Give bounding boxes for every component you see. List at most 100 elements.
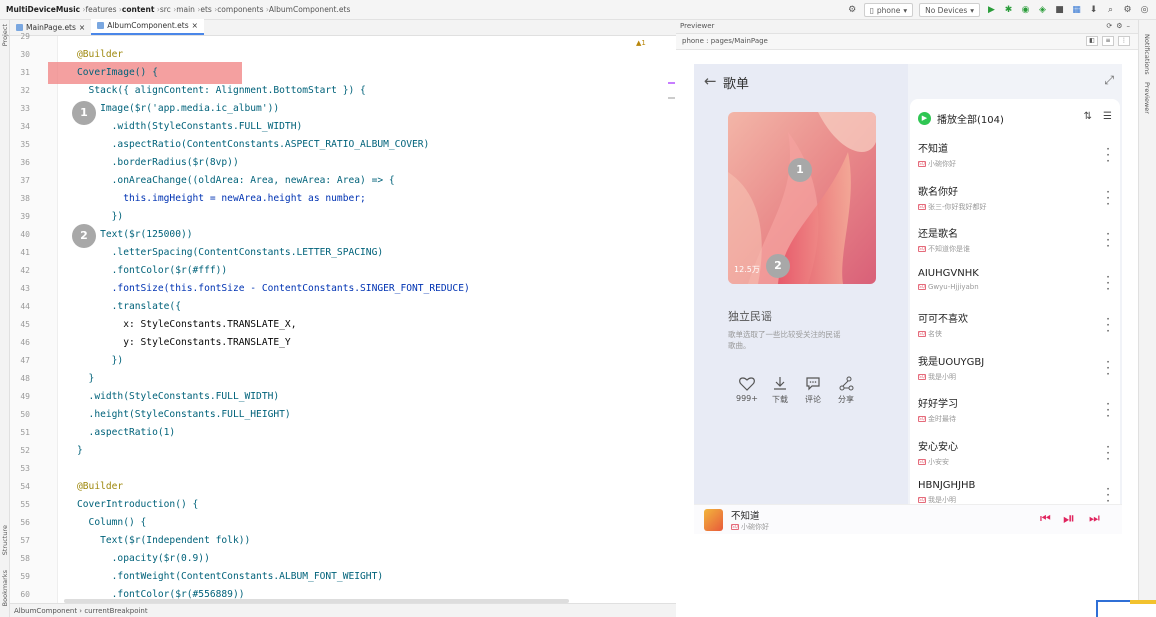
code-line[interactable]: this.imgHeight = newArea.height as numbe… — [77, 190, 366, 208]
code-line[interactable]: .height(StyleConstants.FULL_HEIGHT) — [77, 406, 291, 424]
code-line[interactable]: Image($r('app.media.ic_album')) — [77, 100, 279, 118]
structure-tool-tab[interactable]: Structure — [1, 525, 9, 555]
debug-icon[interactable]: ✱ — [1003, 5, 1014, 16]
code-line[interactable]: @Builder — [77, 478, 123, 496]
code-line[interactable]: CoverImage() { — [77, 64, 158, 82]
code-line[interactable]: Text($r(Independent folk)) — [77, 532, 250, 550]
breadcrumb-item[interactable]: AlbumComponent.ets — [269, 5, 350, 14]
coverage-icon[interactable]: ◈ — [1037, 5, 1048, 16]
more-options-icon[interactable]: · · · — [1106, 186, 1110, 210]
close-icon[interactable]: × — [192, 21, 198, 30]
song-row[interactable]: 我是UOUYGBJ SQ 我是小明 · · · — [910, 347, 1120, 390]
more-options-icon[interactable]: · · · — [1106, 271, 1110, 295]
more-options-icon[interactable]: · · · — [1106, 228, 1110, 252]
inspect-icon[interactable]: ◧ — [1086, 36, 1098, 46]
download-button[interactable]: 下载 — [769, 376, 791, 405]
comment-button[interactable]: 评论 — [802, 376, 824, 405]
breadcrumb-item[interactable]: features — [86, 5, 117, 14]
mini-player[interactable]: 不知道 SQ 小碗你好 ⏮ ⏯ ⏭ — [694, 504, 1122, 534]
more-icon[interactable]: ⋮ — [1118, 36, 1130, 46]
settings-icon[interactable]: ⚙ — [847, 5, 858, 16]
like-button[interactable]: 999+ — [736, 376, 758, 405]
settings-icon[interactable]: ⚙ — [1116, 22, 1122, 30]
code-line[interactable]: x: StyleConstants.TRANSLATE_X, — [77, 316, 296, 334]
play-all-button[interactable]: ▶ 播放全部(104) — [918, 111, 1004, 126]
code-editor[interactable]: @Builder CoverImage() { Stack({ alignCont… — [62, 36, 676, 603]
more-options-icon[interactable]: · · · — [1106, 483, 1110, 504]
code-line[interactable]: .onAreaChange((oldArea: Area, newArea: A… — [77, 172, 395, 190]
file-icon — [97, 22, 105, 29]
song-row[interactable]: 好好学习 SQ 金时最待 · · · — [910, 389, 1120, 432]
minimize-icon[interactable]: – — [1127, 22, 1131, 30]
code-line[interactable]: .letterSpacing(ContentConstants.LETTER_S… — [77, 244, 383, 262]
breadcrumb-item[interactable]: main — [176, 5, 195, 14]
song-row[interactable]: 歌名你好 SQ 张三-你好我好都好 · · · — [910, 177, 1120, 220]
list-select-icon[interactable]: ☰ — [1103, 111, 1112, 122]
next-icon[interactable]: ⏭ — [1089, 511, 1100, 526]
code-line[interactable]: .aspectRatio(1) — [77, 424, 176, 442]
code-line[interactable]: Stack({ alignContent: Alignment.BottomSt… — [77, 82, 366, 100]
notifications-tool-tab[interactable]: Notifications — [1143, 34, 1151, 75]
code-line[interactable]: .fontColor($r(#fff)) — [77, 262, 228, 280]
scroll-marker — [668, 97, 675, 99]
song-row[interactable]: AIUHGVNHK SQ Gwyu-Hjjiyabn · · · — [910, 262, 1120, 305]
account-icon[interactable]: ◎ — [1139, 5, 1150, 16]
sort-icon[interactable]: ⇅ — [1084, 111, 1092, 122]
no-devices-select[interactable]: No Devices ▾ — [919, 3, 980, 17]
code-line[interactable]: } — [77, 370, 95, 388]
layers-icon[interactable]: ≡ — [1102, 36, 1114, 46]
previous-icon[interactable]: ⏮ — [1040, 511, 1051, 526]
code-line[interactable]: }) — [77, 352, 124, 370]
breadcrumb-item[interactable]: src — [160, 5, 171, 14]
more-options-icon[interactable]: · · · — [1106, 356, 1110, 380]
editor-breadcrumb-text[interactable]: AlbumComponent › currentBreakpoint — [14, 607, 148, 615]
song-row[interactable]: 不知道 SQ 小碗你好 · · · — [910, 134, 1120, 177]
play-icon[interactable]: ⏯ — [1063, 509, 1075, 527]
stop-icon[interactable]: ■ — [1054, 5, 1065, 16]
search-icon[interactable]: ⌕ — [1105, 5, 1116, 16]
device-select[interactable]: ▯ phone ▾ — [863, 3, 914, 17]
code-line[interactable]: .aspectRatio(ContentConstants.ASPECT_RAT… — [77, 136, 430, 154]
gear-icon[interactable]: ⚙ — [1122, 5, 1133, 16]
breadcrumb-item[interactable]: ets — [200, 5, 211, 14]
code-line[interactable]: } — [77, 442, 83, 460]
device-manager-icon[interactable]: ▦ — [1071, 5, 1082, 16]
warning-indicator[interactable]: ▲1 — [636, 39, 646, 47]
expand-icon[interactable]: ⤢ — [1104, 73, 1114, 88]
back-arrow-icon[interactable]: ← — [704, 72, 717, 90]
project-tool-tab[interactable]: Project — [1, 24, 9, 46]
code-line[interactable]: .opacity($r(0.9)) — [77, 550, 210, 568]
code-line[interactable]: .fontSize(this.fontSize - ContentConstan… — [77, 280, 470, 298]
line-number: 43 — [20, 284, 30, 293]
code-line[interactable]: .fontWeight(ContentConstants.ALBUM_FONT_… — [77, 568, 383, 586]
tab-albumcomponent[interactable]: AlbumComponent.ets × — [91, 19, 204, 35]
code-line[interactable]: CoverIntroduction() { — [77, 496, 198, 514]
song-row[interactable]: HBNJGHJHB SQ 我是小明 · · · — [910, 474, 1120, 504]
breadcrumb-project[interactable]: MultiDeviceMusic — [6, 5, 80, 14]
share-button[interactable]: 分享 — [835, 376, 857, 405]
song-row[interactable]: 还是歌名 SQ 不知道你是谁 · · · — [910, 219, 1120, 262]
profile-icon[interactable]: ◉ — [1020, 5, 1031, 16]
refresh-icon[interactable]: ⟳ — [1106, 22, 1112, 30]
more-options-icon[interactable]: · · · — [1106, 313, 1110, 337]
bookmarks-tool-tab[interactable]: Bookmarks — [1, 570, 9, 606]
code-line[interactable]: y: StyleConstants.TRANSLATE_Y — [77, 334, 291, 352]
more-options-icon[interactable]: · · · — [1106, 441, 1110, 465]
breadcrumb-item[interactable]: components — [217, 5, 263, 14]
code-line[interactable]: .translate({ — [77, 298, 181, 316]
page-title: 歌单 — [723, 77, 750, 92]
code-line[interactable]: .width(StyleConstants.FULL_WIDTH) — [77, 388, 280, 406]
breadcrumb-item[interactable]: content — [122, 5, 155, 14]
code-line[interactable]: @Builder — [77, 46, 123, 64]
previewer-tool-tab[interactable]: Previewer — [1143, 82, 1151, 114]
run-icon[interactable]: ▶ — [986, 5, 997, 16]
code-line[interactable]: .width(StyleConstants.FULL_WIDTH) — [77, 118, 303, 136]
close-icon[interactable]: × — [79, 23, 85, 32]
code-line[interactable]: Column() { — [77, 514, 147, 532]
sdk-icon[interactable]: ⬇ — [1088, 5, 1099, 16]
song-row[interactable]: 可可不喜欢 SQ 名侠 · · · — [910, 304, 1120, 347]
more-options-icon[interactable]: · · · — [1106, 143, 1110, 167]
more-options-icon[interactable]: · · · — [1106, 398, 1110, 422]
code-line[interactable]: .borderRadius($r(8vp)) — [77, 154, 239, 172]
song-row[interactable]: 安心安心 SQ 小安安 · · · — [910, 432, 1120, 475]
